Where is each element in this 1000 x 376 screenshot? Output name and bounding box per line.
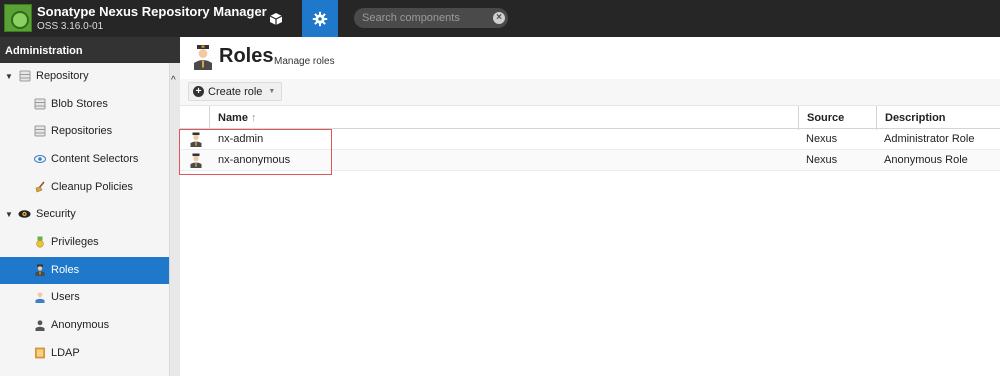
search-box: × — [354, 8, 508, 28]
sidebar-item-label: LDAP — [51, 347, 80, 359]
page-title: Roles — [219, 45, 274, 67]
app-version: OSS 3.16.0-01 — [37, 21, 104, 32]
user-silhouette-icon — [35, 320, 45, 331]
caret-down-icon[interactable]: ▼ — [5, 72, 13, 81]
column-header-description[interactable]: Description — [876, 106, 1000, 130]
role-name: nx-admin — [218, 133, 264, 145]
sidebar-item-label: Cleanup Policies — [51, 181, 133, 193]
admin-mode-button[interactable] — [302, 0, 338, 37]
tree-group-repository[interactable]: ▼ Repository — [0, 63, 169, 90]
page-subtitle: Manage roles — [274, 56, 335, 67]
grid-header: Name ↑ Source Description — [180, 105, 1000, 130]
broom-icon — [35, 181, 45, 193]
officer-icon — [190, 132, 202, 147]
sidebar-item-roles[interactable]: Roles — [0, 257, 169, 284]
column-header-source[interactable]: Source — [798, 106, 876, 130]
medal-icon — [36, 236, 44, 248]
column-header-name[interactable]: Name ↑ — [209, 106, 798, 130]
security-eye-icon — [18, 210, 31, 218]
sidebar-item-label: Anonymous — [51, 319, 110, 331]
officer-icon — [190, 153, 202, 168]
table-row[interactable]: nx-anonymous Nexus Anonymous Role — [180, 150, 1000, 171]
app-title: Sonatype Nexus Repository Manager — [37, 4, 267, 19]
sidebar-item-repositories[interactable]: Repositories — [0, 118, 169, 145]
sidebar-scrollbar[interactable]: ^ — [169, 63, 180, 376]
chevron-down-icon: ▼ — [268, 88, 276, 95]
sort-ascending-icon: ↑ — [250, 112, 257, 124]
sidebar-item-ldap[interactable]: LDAP — [0, 340, 169, 367]
role-description: Anonymous Role — [884, 154, 968, 166]
sidebar-item-label: Content Selectors — [51, 153, 139, 165]
scroll-up-icon[interactable]: ^ — [171, 75, 176, 86]
caret-down-icon[interactable]: ▼ — [5, 210, 13, 219]
search-input[interactable] — [362, 11, 490, 25]
sidebar-item-label: Users — [51, 291, 80, 303]
sidebar-item-content-selectors[interactable]: Content Selectors — [0, 146, 169, 173]
officer-icon — [194, 45, 212, 70]
tree-group-label: Security — [36, 208, 76, 220]
nexus-logo-icon[interactable] — [4, 4, 32, 32]
sidebar-item-anonymous[interactable]: Anonymous — [0, 312, 169, 339]
tree-group-security[interactable]: ▼ Security — [0, 201, 169, 228]
database-icon — [19, 70, 31, 82]
main-panel: Roles Manage roles + Create role ▼ Name ↑… — [180, 37, 1000, 376]
browse-mode-button[interactable] — [258, 0, 294, 37]
sidebar-item-privileges[interactable]: Privileges — [0, 229, 169, 256]
sidebar-item-label: Privileges — [51, 236, 99, 248]
sidebar-item-blob-stores[interactable]: Blob Stores — [0, 91, 169, 118]
role-description: Administrator Role — [884, 133, 975, 145]
gear-icon — [312, 11, 328, 26]
clear-search-icon[interactable]: × — [493, 12, 505, 24]
sidebar-item-label: Blob Stores — [51, 98, 108, 110]
sidebar-item-label: Repositories — [51, 125, 113, 137]
database-icon — [34, 98, 46, 110]
role-source: Nexus — [806, 154, 838, 166]
tree-group-label: Repository — [36, 70, 89, 82]
officer-icon — [35, 264, 45, 276]
sidebar: Administration ▼ Repository Blob Stores — [0, 37, 180, 376]
column-header-icon — [180, 106, 209, 130]
sidebar-item-cleanup-policies[interactable]: Cleanup Policies — [0, 174, 169, 201]
users-icon — [35, 292, 45, 303]
roles-grid: Name ↑ Source Description nx-admin Nexus … — [180, 105, 1000, 376]
create-role-button[interactable]: + Create role ▼ — [188, 82, 283, 101]
role-source: Nexus — [806, 133, 838, 145]
sidebar-header: Administration — [0, 37, 180, 63]
top-bar: Sonatype Nexus Repository Manager OSS 3.… — [0, 0, 1000, 37]
admin-tree: ▼ Repository Blob Stores Repositories Co… — [0, 63, 169, 376]
create-role-label: Create role — [208, 85, 263, 98]
eye-icon — [34, 155, 46, 163]
table-row[interactable]: nx-admin Nexus Administrator Role — [180, 129, 1000, 150]
plus-icon: + — [193, 86, 204, 97]
sidebar-item-label: Roles — [51, 264, 80, 276]
cube-icon — [269, 12, 283, 25]
page-header: Roles Manage roles — [180, 37, 1000, 79]
database-icon — [34, 125, 46, 137]
column-header-name-label: Name — [218, 112, 248, 124]
toolbar: + Create role ▼ — [180, 79, 1000, 105]
sidebar-item-users[interactable]: Users — [0, 284, 169, 311]
role-name: nx-anonymous — [218, 154, 291, 166]
book-icon — [35, 347, 45, 359]
